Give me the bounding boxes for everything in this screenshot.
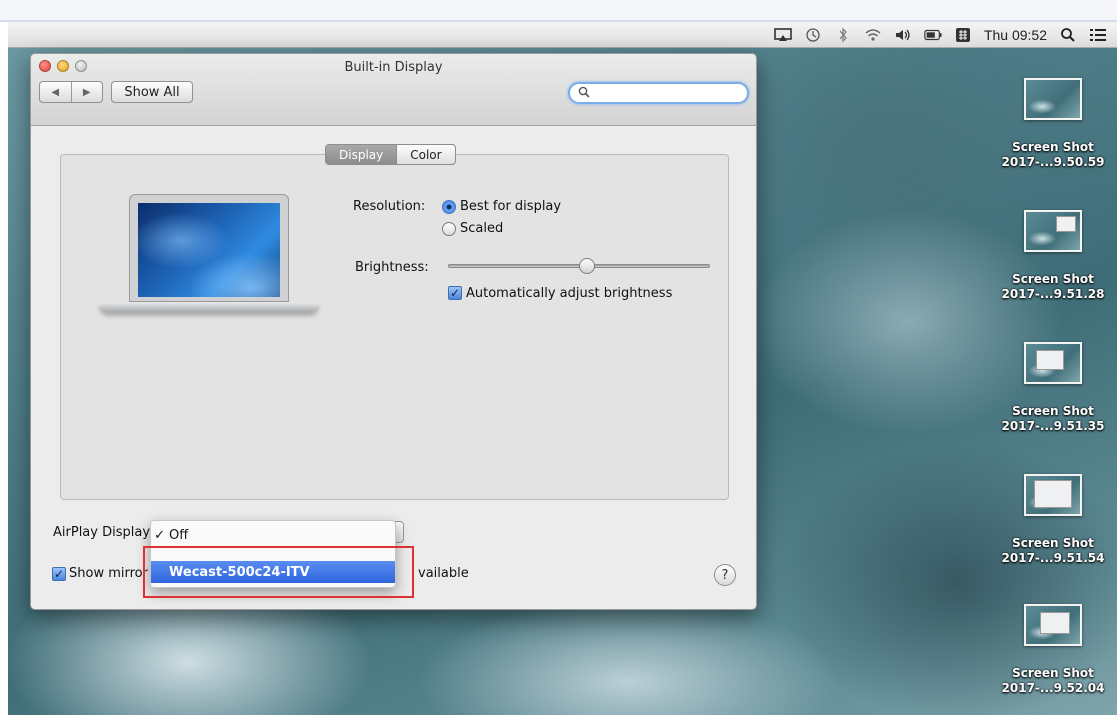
screenshot-thumbnail (1024, 210, 1082, 252)
scaled-label[interactable]: Scaled (460, 221, 503, 236)
radio-scaled[interactable] (442, 222, 456, 236)
screenshot-thumbnail (1024, 78, 1082, 120)
notification-center-icon[interactable] (1089, 27, 1107, 43)
laptop-lid (129, 194, 289, 302)
show-mirroring-label-start[interactable]: Show mirror (69, 566, 148, 581)
airplay-display-label: AirPlay Display (53, 525, 151, 540)
desktop-file-label: Screen Shot 2017-...9.50.59 (1001, 140, 1105, 169)
desktop-file-label: Screen Shot 2017-...9.51.35 (1001, 404, 1105, 433)
airplay-icon[interactable] (774, 27, 792, 43)
desktop-file-label: Screen Shot 2017-...9.51.54 (1001, 536, 1105, 565)
desktop-file-icon[interactable]: Screen Shot 2017-...9.52.04 (998, 604, 1108, 696)
auto-brightness-checkbox[interactable]: ✓ (448, 286, 462, 300)
desktop-file-label: Screen Shot 2017-...9.52.04 (1001, 666, 1105, 695)
brightness-slider-thumb[interactable] (578, 258, 595, 274)
desktop-file-icon[interactable]: Screen Shot 2017-...9.51.28 (998, 210, 1108, 302)
menu-item-off[interactable]: ✓ Off (151, 524, 395, 546)
screenshot-thumbnail (1024, 604, 1082, 646)
tab-color[interactable]: Color (396, 145, 454, 164)
menu-bar: Thu 09:52 (8, 22, 1117, 48)
desktop-file-label: Screen Shot 2017-...9.51.28 (1001, 272, 1105, 301)
desktop-file-icon[interactable]: Screen Shot 2017-...9.51.35 (998, 342, 1108, 434)
radio-best-for-display[interactable] (442, 200, 456, 214)
desktop-file-icon[interactable]: Screen Shot 2017-...9.50.59 (998, 78, 1108, 170)
menu-bar-clock[interactable]: Thu 09:52 (984, 27, 1047, 43)
red-highlight-annotation (143, 546, 414, 598)
time-machine-icon[interactable] (804, 27, 822, 43)
tab-display[interactable]: Display (326, 145, 397, 164)
show-mirroring-checkbox[interactable]: ✓ (52, 567, 66, 581)
spotlight-icon[interactable] (1059, 27, 1077, 43)
screenshot-thumbnail (1024, 474, 1082, 516)
laptop-illustration (99, 194, 319, 334)
show-mirroring-label-end[interactable]: vailable (418, 566, 469, 581)
search-field[interactable] (568, 82, 749, 104)
desktop-file-icon[interactable]: Screen Shot 2017-...9.51.54 (998, 474, 1108, 566)
tab-bar: Display Color (325, 144, 456, 165)
forward-arrow-icon[interactable]: ▶ (72, 82, 103, 102)
resolution-label: Resolution: (353, 199, 426, 214)
wifi-icon[interactable] (864, 27, 882, 43)
auto-brightness-label[interactable]: Automatically adjust brightness (466, 286, 672, 301)
navigation-segment: ◀ ▶ (39, 81, 103, 103)
volume-icon[interactable] (894, 27, 912, 43)
top-strip (0, 0, 1117, 22)
window-titlebar: Built-in Display ◀ ▶ Show All (31, 54, 756, 126)
help-button[interactable]: ? (714, 564, 736, 586)
menu-item-off-label: Off (169, 527, 189, 543)
search-icon (578, 86, 590, 101)
laptop-screen (138, 203, 280, 297)
best-for-display-label[interactable]: Best for display (460, 199, 561, 214)
window-title: Built-in Display (344, 60, 443, 75)
screenshot-thumbnail (1024, 342, 1082, 384)
checkmark-icon: ✓ (154, 527, 165, 543)
brightness-label: Brightness: (355, 260, 429, 275)
battery-icon[interactable] (924, 27, 942, 43)
back-arrow-icon[interactable]: ◀ (40, 82, 72, 102)
show-all-button[interactable]: Show All (111, 81, 193, 103)
input-menu-icon[interactable] (954, 27, 972, 43)
bluetooth-icon[interactable] (834, 27, 852, 43)
search-input[interactable] (592, 86, 732, 100)
laptop-base (99, 302, 319, 312)
